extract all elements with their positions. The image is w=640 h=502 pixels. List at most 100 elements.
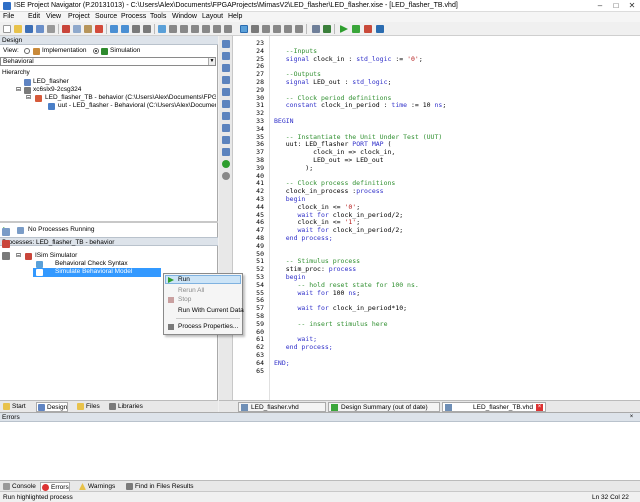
tab-libraries[interactable]: Libraries — [108, 402, 143, 412]
language-templates-icon[interactable] — [312, 25, 320, 33]
maximize-button[interactable]: □ — [608, 0, 624, 12]
strip-tool-1-icon[interactable] — [222, 40, 230, 48]
menu-source[interactable]: Source — [95, 12, 117, 22]
save-all-icon[interactable] — [36, 25, 44, 33]
dock-icon[interactable] — [224, 25, 232, 33]
code-line[interactable]: signal clock_in : std_logic := '0'; — [274, 55, 423, 64]
menu-process[interactable]: Process — [121, 12, 146, 22]
window-layout-icon[interactable] — [169, 25, 177, 33]
paste-icon[interactable] — [84, 25, 92, 33]
zoom-icon[interactable] — [158, 25, 166, 33]
implement-icon[interactable] — [352, 25, 360, 33]
go-to-icon[interactable] — [251, 25, 259, 33]
tile-vertical-icon[interactable] — [202, 25, 210, 33]
tree-expand-icon[interactable]: ⊟ — [16, 86, 21, 94]
menu-window[interactable]: Window — [172, 12, 197, 22]
cascade-icon[interactable] — [180, 25, 188, 33]
tab-files[interactable]: Files — [76, 402, 100, 412]
find-replace-icon[interactable] — [143, 25, 151, 33]
float-icon[interactable] — [213, 25, 221, 33]
menu-help[interactable]: Help — [228, 12, 242, 22]
code-editor[interactable]: 23 24 25 26 27 28 29 30 31 32 33 34 35 36 37 38 39 40 41 42… — [219, 36, 640, 400]
code-line[interactable]: signal LED_out : std_logic; — [274, 78, 392, 87]
minimize-button[interactable]: – — [592, 0, 608, 12]
process-simulate-behavioral-model[interactable]: Simulate Behavioral Model — [55, 268, 132, 276]
strip-tool-4-icon[interactable] — [222, 76, 230, 84]
code-line[interactable]: constant clock_in_period : time := 10 ns… — [274, 101, 446, 110]
code-line[interactable]: end process; — [274, 234, 333, 243]
tree-expand-icon[interactable]: ⊟ — [26, 94, 31, 102]
tile-icon[interactable] — [191, 25, 199, 33]
code-line[interactable]: ); — [274, 164, 313, 173]
bookmark-icon[interactable] — [262, 25, 270, 33]
print-icon[interactable] — [47, 25, 55, 33]
simulation-radio[interactable] — [93, 48, 99, 54]
strip-tool-10-icon[interactable] — [222, 148, 230, 156]
tree-expand-icon[interactable]: ⊟ — [16, 252, 21, 260]
refresh-icon[interactable] — [222, 172, 230, 180]
close-tab-icon[interactable]: × — [536, 404, 543, 411]
run-icon[interactable] — [340, 25, 348, 33]
menu-project[interactable]: Project — [68, 12, 90, 22]
find-icon[interactable] — [132, 25, 140, 33]
menu-edit[interactable]: Edit — [28, 12, 40, 22]
add-icon[interactable] — [222, 160, 230, 168]
code-line[interactable]: wait for 100 ns; — [274, 289, 360, 298]
code-line[interactable]: end process; — [274, 343, 333, 352]
clear-bookmarks-icon[interactable] — [295, 25, 303, 33]
menu-item-process-properties[interactable]: Process Properties... — [178, 322, 238, 331]
menu-item-rerun-all[interactable]: Rerun All — [178, 286, 204, 295]
strip-tool-3-icon[interactable] — [222, 64, 230, 72]
tree-item-device[interactable]: xc6slx9-2csg324 — [33, 86, 81, 94]
tab-design[interactable]: Design — [36, 402, 69, 412]
strip-tool-7-icon[interactable] — [222, 112, 230, 120]
behavioral-select[interactable]: Behavioral ▼ — [0, 57, 216, 66]
process-behavioral-check-syntax[interactable]: Behavioral Check Syntax — [55, 260, 128, 268]
save-icon[interactable] — [25, 25, 33, 33]
process-isim-simulator[interactable]: ISim Simulator — [35, 252, 77, 260]
strip-tool-9-icon[interactable] — [222, 136, 230, 144]
wand-icon[interactable] — [240, 25, 248, 33]
code-line[interactable]: wait for clock_in_period*10; — [274, 304, 407, 313]
prev-bookmark-icon[interactable] — [284, 25, 292, 33]
menu-file[interactable]: File — [3, 12, 14, 22]
key-icon[interactable] — [323, 25, 331, 33]
tab-start[interactable]: Start — [2, 402, 26, 412]
cut-icon[interactable] — [62, 25, 70, 33]
copy-icon[interactable] — [73, 25, 81, 33]
tab-led-flasher-tb-vhd[interactable]: LED_flasher_TB.vhd × — [442, 402, 546, 412]
sidebar-tool-icon[interactable] — [2, 228, 10, 236]
tab-led-flasher-vhd[interactable]: LED_flasher.vhd — [238, 402, 326, 412]
help-icon[interactable] — [376, 25, 384, 33]
menu-item-stop[interactable]: Stop — [178, 295, 191, 304]
stop-icon[interactable] — [364, 25, 372, 33]
strip-tool-5-icon[interactable] — [222, 88, 230, 96]
implementation-radio[interactable] — [24, 48, 30, 54]
undo-icon[interactable] — [110, 25, 118, 33]
tree-item-testbench[interactable]: LED_flasher_TB - behavior (C:\Users\Alex… — [45, 94, 216, 102]
title-bar: ISE Project Navigator (P.20131013) - C:\… — [0, 0, 640, 12]
sidebar-rerun-icon[interactable] — [2, 252, 10, 260]
menu-view[interactable]: View — [46, 12, 61, 22]
code-line[interactable]: BEGIN — [274, 117, 294, 126]
menu-tools[interactable]: Tools — [150, 12, 166, 22]
redo-icon[interactable] — [121, 25, 129, 33]
code-line[interactable]: END; — [274, 359, 290, 368]
code-line[interactable]: -- insert stimulus here — [274, 320, 387, 329]
tree-item-project[interactable]: LED_flasher — [33, 78, 69, 86]
strip-tool-2-icon[interactable] — [222, 52, 230, 60]
delete-icon[interactable] — [95, 25, 103, 33]
close-panel-icon[interactable]: × — [628, 414, 635, 421]
tree-item-uut[interactable]: uut - LED_flasher - Behavioral (C:\Users… — [58, 102, 216, 110]
tab-design-summary[interactable]: Design Summary (out of date) — [328, 402, 440, 412]
menu-item-run-with-current-data[interactable]: Run With Current Data — [178, 306, 244, 315]
new-file-icon[interactable] — [3, 25, 11, 33]
menu-item-run[interactable]: Run — [178, 275, 190, 284]
strip-tool-6-icon[interactable] — [222, 100, 230, 108]
open-folder-icon[interactable] — [14, 25, 22, 33]
close-button[interactable]: ✕ — [624, 0, 640, 12]
strip-tool-8-icon[interactable] — [222, 124, 230, 132]
sidebar-stop-icon[interactable] — [2, 240, 10, 248]
menu-layout[interactable]: Layout — [202, 12, 223, 22]
next-bookmark-icon[interactable] — [273, 25, 281, 33]
